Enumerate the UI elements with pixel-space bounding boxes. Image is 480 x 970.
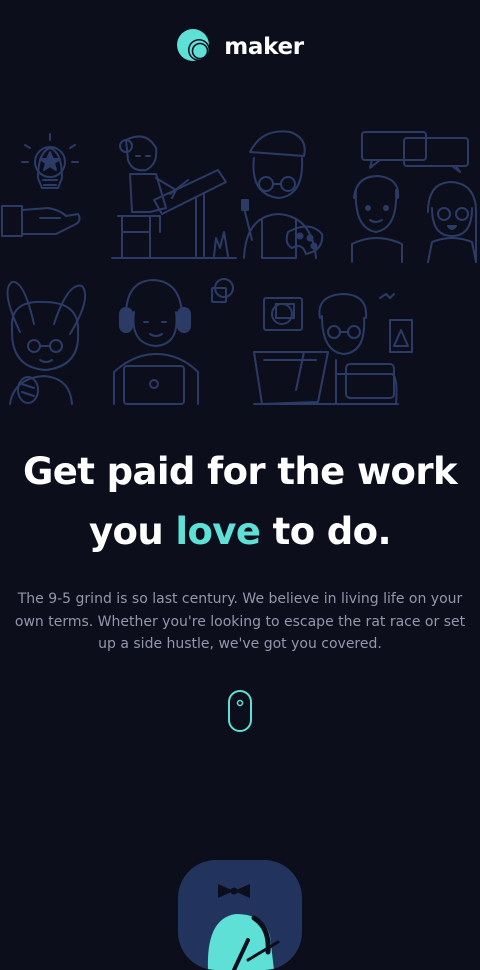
tablet-designer-person-icon [253, 293, 413, 405]
logo-link[interactable]: maker [176, 28, 304, 66]
hero-title: Get paid for the work you love to do. [0, 442, 480, 562]
hero-title-line1: Get paid for the work [22, 450, 458, 493]
illustrations-section [0, 128, 480, 408]
brand-name: maker [224, 34, 304, 60]
hero-title-line2-after: to do. [260, 510, 392, 553]
bottom-feature-card [178, 860, 302, 970]
laptop-headphones-person-icon [113, 278, 234, 405]
idea-hand-icon [1, 133, 81, 237]
bowtie-person-icon [207, 884, 280, 970]
header: maker [0, 28, 480, 66]
hero-subtitle: The 9-5 grind is so last century. We bel… [14, 591, 466, 652]
hero-title-highlight: love [175, 510, 261, 553]
bunny-ears-person-icon [6, 280, 86, 405]
drafting-table-person-icon [111, 135, 237, 259]
hero-section: Get paid for the work you love to do. Th… [0, 442, 480, 656]
maker-logo-icon [177, 29, 211, 61]
painter-person-icon [241, 130, 324, 259]
chatting-people-icon [351, 131, 477, 263]
hero-title-line2-before: you [89, 510, 176, 553]
mouse-scroll-icon[interactable] [228, 690, 252, 732]
